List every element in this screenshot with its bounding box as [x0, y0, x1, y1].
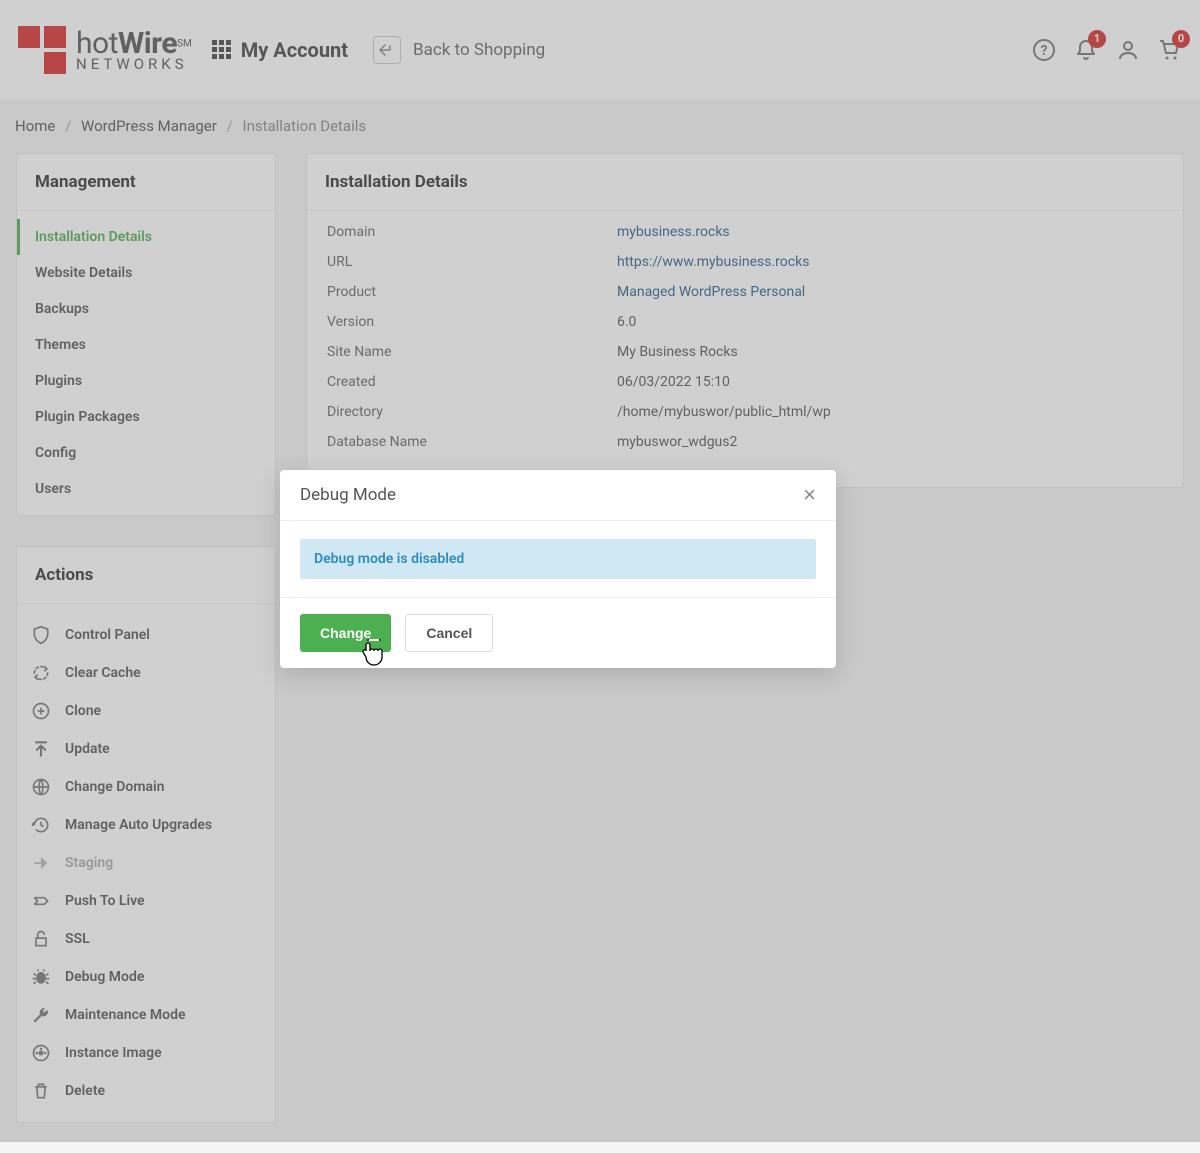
modal-title: Debug Mode	[300, 485, 396, 505]
debug-mode-modal: Debug Mode × Debug mode is disabled Chan…	[280, 470, 836, 668]
cancel-button[interactable]: Cancel	[405, 614, 493, 652]
change-button[interactable]: Change	[300, 614, 391, 652]
close-icon[interactable]: ×	[803, 484, 816, 506]
status-message: Debug mode is disabled	[300, 539, 816, 579]
